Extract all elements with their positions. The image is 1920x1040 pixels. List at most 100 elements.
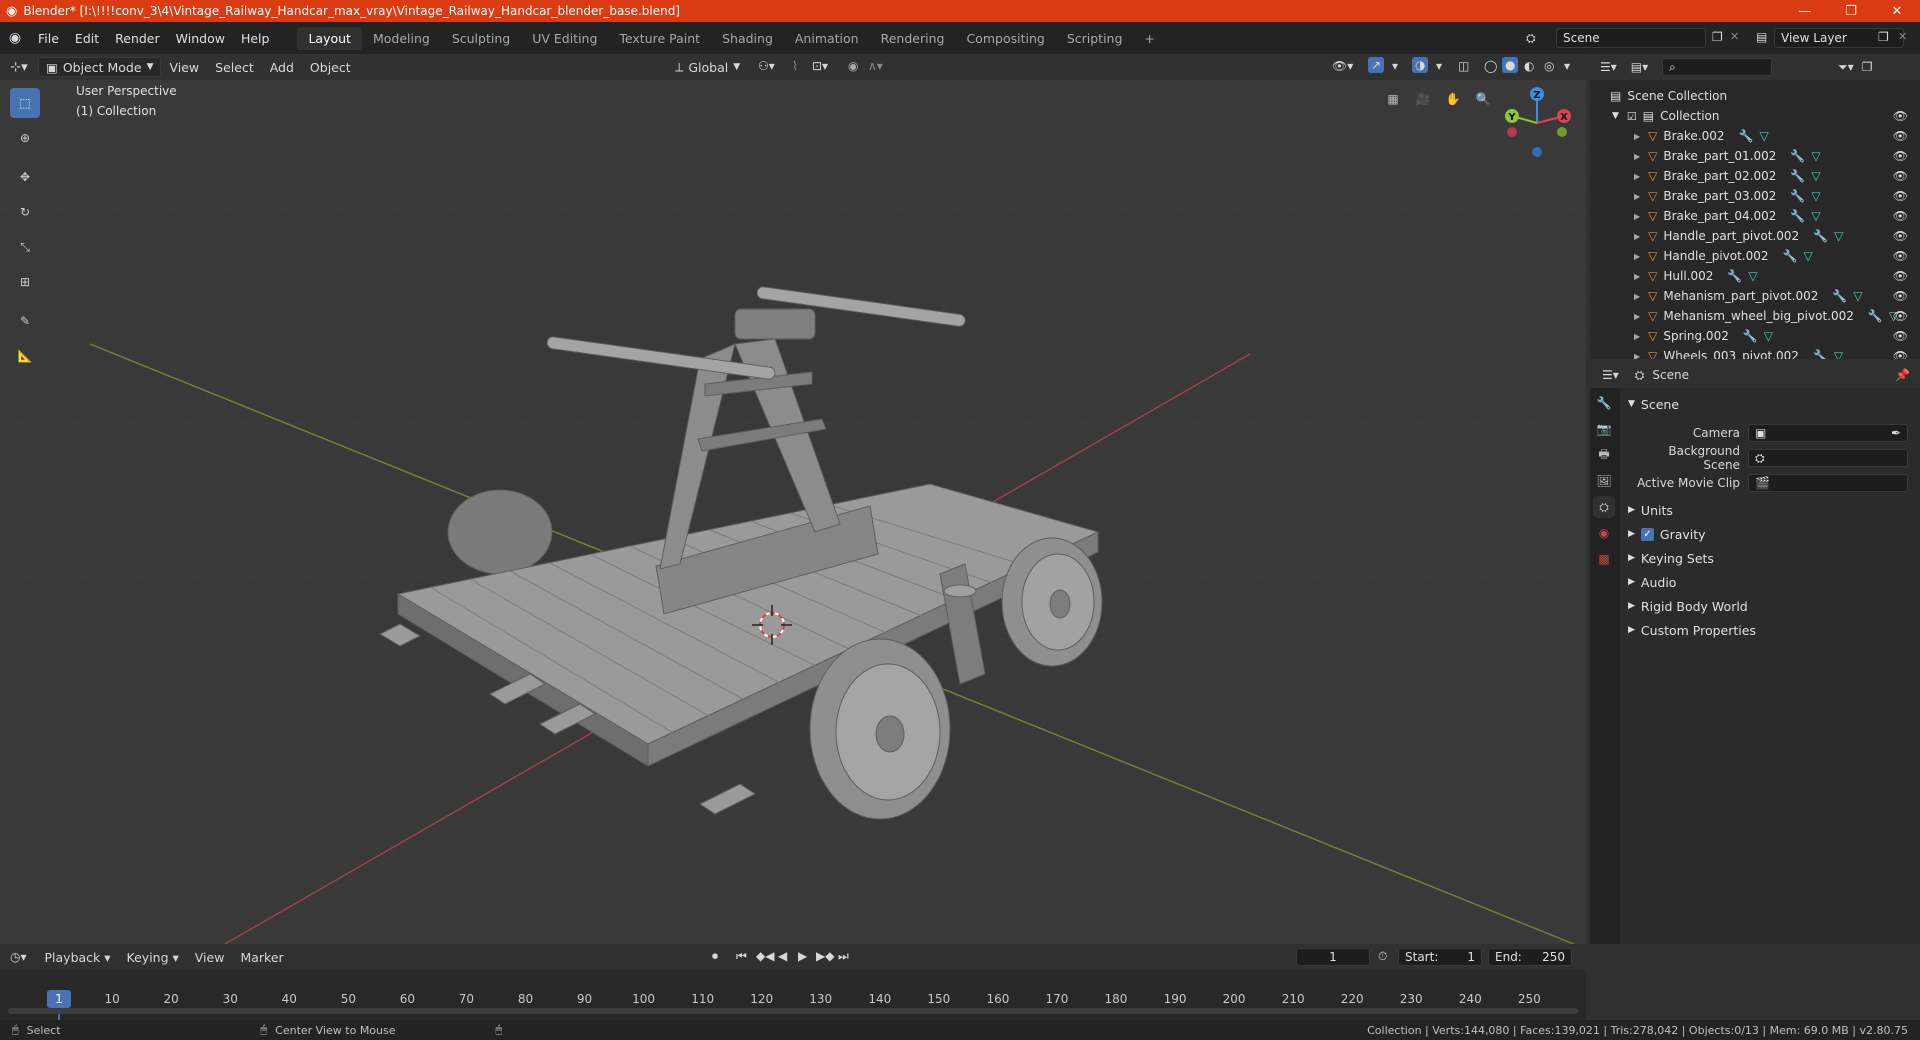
modifier-wrench-icon[interactable]: 🔧 [1727,269,1742,283]
expand-arrow-icon[interactable]: ▶ [1634,352,1640,360]
pan-view-icon[interactable]: ✋ [1440,86,1466,112]
proportional-edit-icon[interactable]: ◉ [848,59,858,73]
scene-tab-icon[interactable]: ⛭ [1593,496,1615,518]
start-frame-field[interactable]: Start: 1 [1398,948,1482,966]
modifier-wrench-icon[interactable]: 🔧 [1790,169,1805,183]
keying-menu[interactable]: Keying ▾ [119,950,187,965]
eye-icon[interactable]: 👁 [1893,349,1908,359]
outliner-item[interactable]: ▶ ▽ Spring.002 🔧 ▽ 👁 [1590,326,1920,346]
mesh-data-icon[interactable]: ▽ [1760,129,1769,143]
add-workspace-button[interactable]: + [1133,27,1165,50]
rotate-tool-icon[interactable]: ↻ [10,197,40,227]
object-menu[interactable]: Object [302,60,359,75]
outliner-item[interactable]: ▶ ▽ Brake_part_03.002 🔧 ▽ 👁 [1590,186,1920,206]
expand-arrow-icon[interactable]: ▶ [1634,152,1640,161]
render-tab-icon[interactable]: 📷 [1593,418,1615,440]
prev-keyframe-icon[interactable]: ◆◀ [756,949,774,963]
audio-section[interactable]: ▶ Audio [1622,570,1920,594]
editor-type-icon[interactable]: ⊹▾ [0,60,38,75]
tab-shading[interactable]: Shading [711,27,784,50]
gizmo-dropdown-icon[interactable]: ▾ [1392,59,1398,73]
tab-sculpting[interactable]: Sculpting [441,27,521,50]
filter-icon[interactable]: ⏷▾ [1838,60,1854,75]
visibility-icon[interactable]: 👁▾ [1332,59,1353,73]
modifier-wrench-icon[interactable]: 🔧 [1743,329,1758,343]
expand-arrow-icon[interactable]: ▶ [1634,232,1640,241]
transform-tool-icon[interactable]: ⊞ [10,267,40,297]
modifier-wrench-icon[interactable]: 🔧 [1832,289,1847,303]
custom-properties-section[interactable]: ▶ Custom Properties [1622,618,1920,642]
tab-texture-paint[interactable]: Texture Paint [608,27,711,50]
eye-icon[interactable]: 👁 [1893,329,1908,343]
mesh-data-icon[interactable]: ▽ [1748,269,1757,283]
expand-arrow-icon[interactable]: ▼ [1612,111,1619,121]
camera-view-icon[interactable]: 🎥 [1410,86,1436,112]
outliner-search-input[interactable]: ⌕ [1662,58,1773,76]
outliner-item[interactable]: ▶ ▽ Wheels_003_pivot.002 🔧 ▽ 👁 [1590,346,1920,359]
mesh-data-icon[interactable]: ▽ [1811,149,1820,163]
delete-scene-icon[interactable]: ✕ [1730,30,1739,43]
outliner-item[interactable]: ▶ ▽ Hull.002 🔧 ▽ 👁 [1590,266,1920,286]
outliner-item[interactable]: ▶ ▽ Mehanism_part_pivot.002 🔧 ▽ 👁 [1590,286,1920,306]
new-scene-icon[interactable]: ❐ [1712,30,1723,44]
pivot-point-icon[interactable]: ⚇▾ [758,59,775,73]
mesh-data-icon[interactable]: ▽ [1834,229,1843,243]
tab-modeling[interactable]: Modeling [362,27,441,50]
modifier-wrench-icon[interactable]: 🔧 [1739,129,1754,143]
measure-tool-icon[interactable]: 📐 [10,341,40,371]
current-frame-field[interactable]: 1 [1296,948,1370,966]
camera-field[interactable]: ▣ ✒ [1748,424,1908,442]
gravity-checkbox[interactable]: ✓ [1640,527,1654,541]
movie-clip-field[interactable]: 🎬 [1748,474,1908,492]
outliner-item[interactable]: ▶ ▽ Brake.002 🔧 ▽ 👁 [1590,126,1920,146]
annotate-tool-icon[interactable]: ✎ [10,306,40,336]
outliner-scene-collection[interactable]: ▤ Scene Collection [1590,86,1920,106]
eye-icon[interactable]: 👁 [1893,249,1908,263]
mode-dropdown[interactable]: ▣ Object Mode ▼ [38,57,162,77]
gravity-section[interactable]: ▶ ✓ Gravity [1622,522,1920,546]
modifier-wrench-icon[interactable]: 🔧 [1813,349,1828,359]
expand-arrow-icon[interactable]: ▶ [1634,212,1640,221]
select-box-tool-icon[interactable]: ⬚ [10,88,40,118]
delete-view-layer-icon[interactable]: ✕ [1898,30,1907,43]
menu-window[interactable]: Window [168,31,233,46]
tool-tab-icon[interactable]: 🔧 [1593,392,1615,414]
new-view-layer-icon[interactable]: ❐ [1878,30,1889,44]
eye-icon[interactable]: 👁 [1893,109,1908,123]
timeline-scrollbar[interactable] [8,1008,1578,1014]
overlay-dropdown-icon[interactable]: ▾ [1436,59,1442,73]
tab-scripting[interactable]: Scripting [1056,27,1134,50]
menu-help[interactable]: Help [233,31,278,46]
expand-arrow-icon[interactable]: ▶ [1634,272,1640,281]
scene-selector-icon[interactable]: ⛭ [1526,31,1536,46]
expand-arrow-icon[interactable]: ▶ [1634,252,1640,261]
expand-arrow-icon[interactable]: ▶ [1634,172,1640,181]
outliner-editor-icon[interactable]: ☰▾ [1600,60,1617,74]
wireframe-shading-icon[interactable]: ◯ [1484,59,1497,73]
blender-menu-icon[interactable]: ◉ [0,30,30,46]
tab-uv-editing[interactable]: UV Editing [521,27,608,50]
transform-orientation-dropdown[interactable]: ⟂ Global ▼ [668,57,747,77]
overlay-toggle-icon[interactable]: ◑ [1412,57,1429,73]
marker-menu[interactable]: Marker [232,950,291,965]
outliner-collection[interactable]: ▼ ☑ ▤ Collection 👁 [1590,106,1920,126]
eyedropper-icon[interactable]: ✒ [1891,426,1901,440]
3d-viewport[interactable]: ⊹▾ ▣ Object Mode ▼ View Select Add Objec… [0,54,1586,944]
mesh-data-icon[interactable]: ▽ [1811,189,1820,203]
timeline-editor-icon[interactable]: ◷▾ [10,950,27,964]
outliner-item[interactable]: ▶ ▽ Brake_part_01.002 🔧 ▽ 👁 [1590,146,1920,166]
playback-menu[interactable]: Playback ▾ [37,950,119,965]
scene-field[interactable]: Scene [1556,28,1706,48]
new-collection-icon[interactable]: ❐ [1862,60,1873,74]
play-icon[interactable]: ▶ [798,949,807,963]
outliner-item[interactable]: ▶ ▽ Brake_part_04.002 🔧 ▽ 👁 [1590,206,1920,226]
jump-start-icon[interactable]: ⏮ [736,949,747,964]
units-section[interactable]: ▶ Units [1622,498,1920,522]
mesh-data-icon[interactable]: ▽ [1811,169,1820,183]
pin-icon[interactable]: 📌 [1895,368,1910,382]
menu-file[interactable]: File [30,31,67,46]
outliner-item[interactable]: ▶ ▽ Handle_part_pivot.002 🔧 ▽ 👁 [1590,226,1920,246]
expand-arrow-icon[interactable]: ▶ [1634,292,1640,301]
modifier-wrench-icon[interactable]: 🔧 [1813,229,1828,243]
eye-icon[interactable]: 👁 [1893,169,1908,183]
